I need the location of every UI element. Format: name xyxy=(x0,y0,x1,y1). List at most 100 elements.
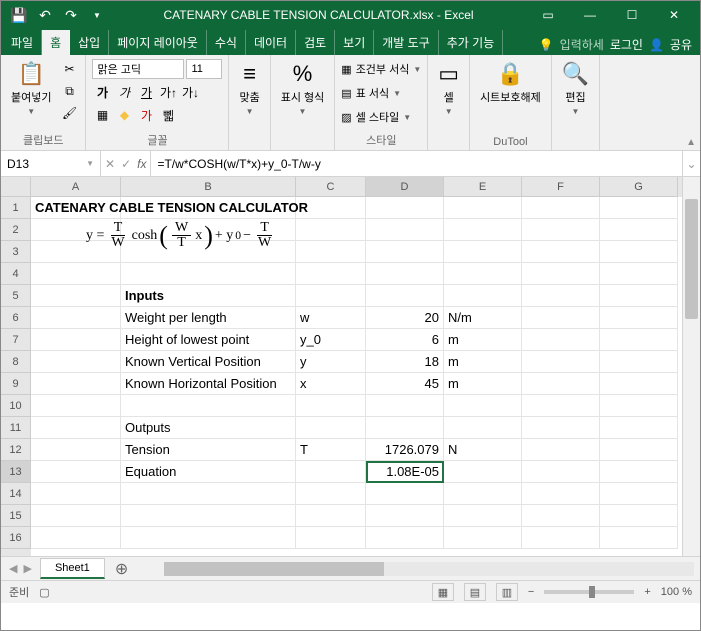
prev-sheet-icon[interactable]: ◀ xyxy=(9,562,17,575)
zoom-in-icon[interactable]: + xyxy=(644,586,650,598)
cell[interactable]: 1726.079 xyxy=(366,439,444,461)
fx-icon[interactable]: fx xyxy=(137,157,146,171)
cell[interactable]: N/m xyxy=(444,307,522,329)
underline-button[interactable]: 가 xyxy=(136,82,156,102)
cell[interactable]: y xyxy=(296,351,366,373)
collapse-ribbon-icon[interactable]: ▲ xyxy=(686,137,696,148)
number-format-button[interactable]: % 표시 형식 ▼ xyxy=(277,59,329,118)
cell[interactable]: CATENARY CABLE TENSION CALCULATOR xyxy=(31,197,121,219)
cell[interactable]: m xyxy=(444,329,522,351)
tab-formulas[interactable]: 수식 xyxy=(207,30,246,55)
col-header[interactable]: C xyxy=(296,177,366,197)
edit-button[interactable]: 🔍 편집 ▼ xyxy=(558,59,593,118)
increase-font-icon[interactable]: 가↑ xyxy=(158,82,178,102)
tab-addins[interactable]: 추가 기능 xyxy=(439,30,504,55)
font-size-select[interactable] xyxy=(186,59,222,79)
cell[interactable]: T xyxy=(296,439,366,461)
signin[interactable]: 로그인 xyxy=(610,36,643,53)
cell[interactable]: 45 xyxy=(366,373,444,395)
col-header[interactable]: B xyxy=(121,177,296,197)
normal-view-icon[interactable]: ▦ xyxy=(432,583,454,601)
conditional-format-button[interactable]: ▦조건부 서식▼ xyxy=(341,59,421,79)
vertical-scrollbar[interactable] xyxy=(682,177,700,556)
close-icon[interactable]: ✕ xyxy=(654,3,694,27)
italic-button[interactable]: 가 xyxy=(114,82,134,102)
phonetic-icon[interactable]: 뼯 xyxy=(158,105,178,125)
cell[interactable]: m xyxy=(444,351,522,373)
decrease-font-icon[interactable]: 가↓ xyxy=(180,82,200,102)
tab-home[interactable]: 홈 xyxy=(42,30,70,55)
cancel-formula-icon[interactable]: ✕ xyxy=(105,157,115,171)
cut-icon[interactable]: ✂ xyxy=(59,59,79,79)
cell[interactable]: Weight per length xyxy=(121,307,296,329)
redo-icon[interactable]: ↷ xyxy=(59,3,83,27)
cell[interactable]: y_0 xyxy=(296,329,366,351)
cell[interactable]: Outputs xyxy=(121,417,296,439)
chevron-down-icon[interactable]: ▼ xyxy=(86,159,94,168)
cell[interactable]: Equation xyxy=(121,461,296,483)
cell[interactable]: x xyxy=(296,373,366,395)
row-header[interactable]: 10 xyxy=(1,395,31,417)
sheet-protect-button[interactable]: 🔒 시트보호해제 xyxy=(476,59,545,107)
save-icon[interactable]: 💾 xyxy=(7,3,31,27)
ribbon-options-icon[interactable]: ▭ xyxy=(528,3,568,27)
pagebreak-view-icon[interactable]: ▥ xyxy=(496,583,518,601)
row-header[interactable]: 7 xyxy=(1,329,31,351)
zoom-out-icon[interactable]: − xyxy=(528,586,534,598)
macro-record-icon[interactable]: ▢ xyxy=(39,586,49,599)
tab-review[interactable]: 검토 xyxy=(296,30,335,55)
col-header[interactable]: F xyxy=(522,177,600,197)
cell[interactable]: Inputs xyxy=(121,285,296,307)
select-all-corner[interactable] xyxy=(1,177,31,197)
bold-button[interactable]: 가 xyxy=(92,82,112,102)
tab-insert[interactable]: 삽입 xyxy=(70,30,109,55)
sheet-tab[interactable]: Sheet1 xyxy=(40,558,105,579)
copy-icon[interactable]: ⧉ xyxy=(59,81,79,101)
col-header[interactable]: A xyxy=(31,177,121,197)
row-header[interactable]: 4 xyxy=(1,263,31,285)
formatpainter-icon[interactable]: 🖌 xyxy=(59,103,79,123)
cell[interactable]: 6 xyxy=(366,329,444,351)
confirm-formula-icon[interactable]: ✓ xyxy=(121,157,131,171)
tab-developer[interactable]: 개발 도구 xyxy=(374,30,439,55)
row-header[interactable]: 12 xyxy=(1,439,31,461)
col-header[interactable]: D xyxy=(366,177,444,197)
row-header[interactable]: 11 xyxy=(1,417,31,439)
undo-icon[interactable]: ↶ xyxy=(33,3,57,27)
formula-bar[interactable]: =T/w*COSH(w/T*x)+y_0-T/w-y xyxy=(151,151,682,176)
cell[interactable]: Known Vertical Position xyxy=(121,351,296,373)
cell[interactable]: 20 xyxy=(366,307,444,329)
equation-object[interactable]: y = TW cosh ( WT x ) + y0 − TW xyxy=(86,221,276,250)
maximize-icon[interactable]: ☐ xyxy=(612,3,652,27)
tellme[interactable]: 입력하세 xyxy=(560,36,604,53)
cell[interactable]: N xyxy=(444,439,522,461)
zoom-level[interactable]: 100 % xyxy=(661,586,692,598)
font-name-select[interactable] xyxy=(92,59,184,79)
col-header[interactable]: E xyxy=(444,177,522,197)
minimize-icon[interactable]: — xyxy=(570,3,610,27)
paste-button[interactable]: 📋 붙여넣기 ▼ xyxy=(7,59,55,118)
pagelayout-view-icon[interactable]: ▤ xyxy=(464,583,486,601)
fill-color-icon[interactable]: ◆ xyxy=(114,105,134,125)
font-color-icon[interactable]: 가 xyxy=(136,105,156,125)
cell[interactable]: Tension xyxy=(121,439,296,461)
align-button[interactable]: ≡ 맞춤 ▼ xyxy=(235,59,263,118)
cell[interactable]: Known Horizontal Position xyxy=(121,373,296,395)
horizontal-scrollbar[interactable] xyxy=(164,562,694,576)
cell[interactable]: Height of lowest point xyxy=(121,329,296,351)
cell-selected[interactable]: 1.08E-05 xyxy=(366,461,444,483)
table-format-button[interactable]: ▤표 서식▼ xyxy=(341,83,401,103)
row-header[interactable]: 15 xyxy=(1,505,31,527)
cell[interactable]: m xyxy=(444,373,522,395)
row-header[interactable]: 8 xyxy=(1,351,31,373)
cell-styles-button[interactable]: ▨셀 스타일▼ xyxy=(341,107,411,127)
tab-pagelayout[interactable]: 페이지 레이아웃 xyxy=(109,30,207,55)
row-header[interactable]: 1 xyxy=(1,197,31,219)
row-header[interactable]: 13 xyxy=(1,461,31,483)
cell[interactable]: w xyxy=(296,307,366,329)
cell[interactable]: 18 xyxy=(366,351,444,373)
border-icon[interactable]: ▦ xyxy=(92,105,112,125)
zoom-slider[interactable] xyxy=(544,590,634,594)
add-sheet-icon[interactable]: ⊕ xyxy=(105,559,138,579)
row-header[interactable]: 9 xyxy=(1,373,31,395)
